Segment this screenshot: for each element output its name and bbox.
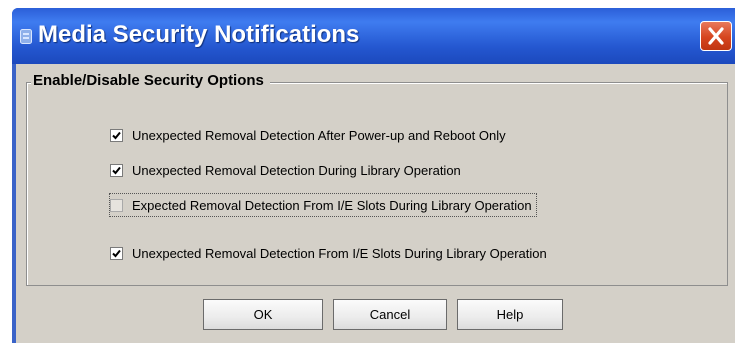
checkbox[interactable] xyxy=(110,246,123,260)
checkmark-icon xyxy=(112,131,121,139)
option-removal-during-operation[interactable]: Unexpected Removal Detection During Libr… xyxy=(110,159,461,181)
title-bar[interactable]: Media Security Notifications xyxy=(12,8,735,64)
checkmark-icon xyxy=(112,166,121,174)
checkbox[interactable] xyxy=(110,163,123,177)
help-button[interactable]: Help xyxy=(457,299,563,330)
checkmark-icon xyxy=(112,249,121,257)
group-legend: Enable/Disable Security Options xyxy=(31,72,270,89)
close-icon xyxy=(708,27,724,45)
option-label: Expected Removal Detection From I/E Slot… xyxy=(132,197,532,213)
checkbox[interactable] xyxy=(110,198,123,212)
option-label: Unexpected Removal Detection After Power… xyxy=(132,127,506,143)
option-removal-after-powerup[interactable]: Unexpected Removal Detection After Power… xyxy=(110,124,506,146)
window-title: Media Security Notifications xyxy=(38,21,360,48)
option-label: Unexpected Removal Detection From I/E Sl… xyxy=(132,245,547,261)
dialog-window: Media Security Notifications Enable/Disa… xyxy=(12,8,735,343)
close-button[interactable] xyxy=(700,21,732,51)
app-icon xyxy=(20,29,32,44)
dialog-body: Enable/Disable Security Options Unexpect… xyxy=(16,64,735,343)
cancel-button[interactable]: Cancel xyxy=(333,299,447,330)
checkbox[interactable] xyxy=(110,128,123,142)
option-label: Unexpected Removal Detection During Libr… xyxy=(132,162,461,178)
option-expected-removal-ie-slots[interactable]: Expected Removal Detection From I/E Slot… xyxy=(109,193,537,217)
security-options-group: Enable/Disable Security Options Unexpect… xyxy=(26,72,728,286)
option-unexpected-removal-ie-slots[interactable]: Unexpected Removal Detection From I/E Sl… xyxy=(110,242,547,264)
ok-button[interactable]: OK xyxy=(203,299,323,330)
